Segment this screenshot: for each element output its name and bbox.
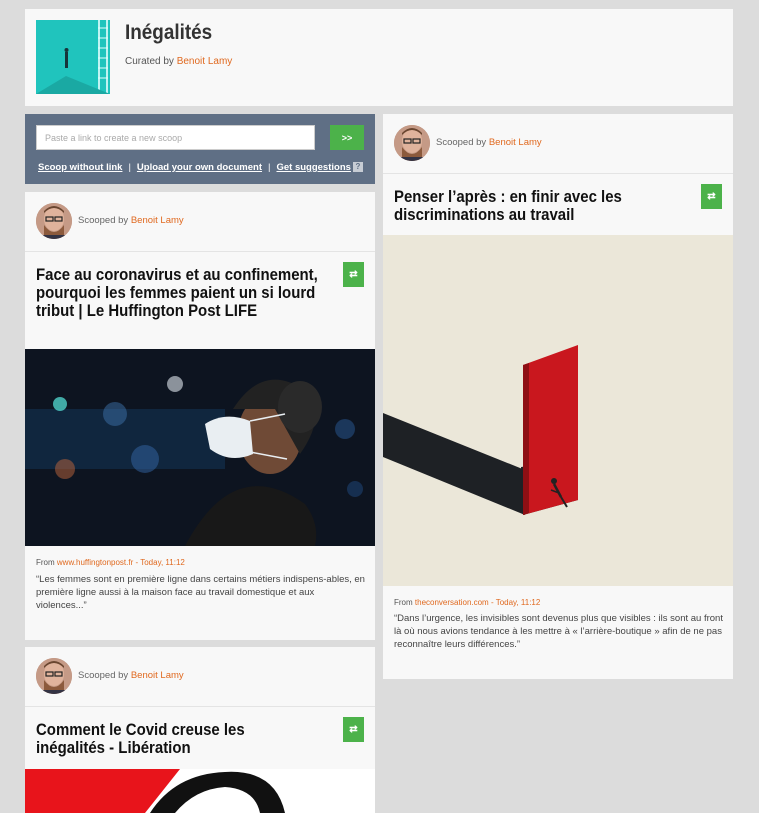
avatar[interactable] <box>36 658 72 694</box>
scooped-by-label: Scooped by <box>436 137 487 148</box>
topic-title: Inégalités <box>125 21 213 44</box>
curated-by-label: Curated by <box>125 56 174 67</box>
scoop-submit-button[interactable]: >> <box>330 125 364 150</box>
link-separator: | <box>268 162 271 173</box>
author-link[interactable]: Benoit Lamy <box>131 670 184 681</box>
source-label: From <box>36 558 55 567</box>
rescoop-icon[interactable]: ⇄ <box>343 717 364 742</box>
source-time: - Today, 11:12 <box>488 598 541 607</box>
post-image[interactable] <box>383 235 733 586</box>
rescoop-icon[interactable]: ⇄ <box>701 184 722 209</box>
curator-link[interactable]: Benoit Lamy <box>177 56 233 67</box>
author-link[interactable]: Benoit Lamy <box>131 215 184 226</box>
topic-thumbnail[interactable] <box>36 20 110 94</box>
upload-document-link[interactable]: Upload your own document <box>137 162 262 173</box>
scoop-url-input[interactable] <box>36 125 315 150</box>
post-title[interactable]: Face au coronavirus et au confinement, p… <box>36 266 344 320</box>
post-title[interactable]: Comment le Covid creuse les inégalités -… <box>36 721 256 757</box>
scooped-by-label: Scooped by <box>78 670 129 681</box>
source-time: - Today, 11:12 <box>133 558 185 567</box>
post-source: From theconversation.com - Today, 11:12 <box>394 598 540 607</box>
scooped-by: Scooped by Benoit Lamy <box>436 137 542 148</box>
author-link[interactable]: Benoit Lamy <box>489 137 542 148</box>
source-link[interactable]: www.huffingtonpost.fr <box>57 558 133 567</box>
topic-curator: Curated by Benoit Lamy <box>125 56 232 67</box>
post-card: Scooped by Benoit Lamy Comment le Covid … <box>25 647 375 813</box>
post-source: From www.huffingtonpost.fr - Today, 11:1… <box>36 558 185 567</box>
scoop-without-link-link[interactable]: Scoop without link <box>38 162 122 173</box>
post-title[interactable]: Penser l’après : en finir avec les discr… <box>394 188 632 224</box>
source-label: From <box>394 598 413 607</box>
scooped-by: Scooped by Benoit Lamy <box>78 670 184 681</box>
scoop-form: >> Scoop without link | Upload your own do… <box>25 114 375 184</box>
post-header: Scooped by Benoit Lamy <box>25 647 375 707</box>
post-excerpt: “Les femmes sont en première ligne dans … <box>36 574 365 611</box>
scoop-links: Scoop without link | Upload your own docum… <box>38 162 351 173</box>
help-icon[interactable]: ? <box>353 162 363 172</box>
post-image[interactable] <box>25 769 375 813</box>
rescoop-icon[interactable]: ⇄ <box>343 262 364 287</box>
link-separator: | <box>128 162 131 173</box>
post-card: Scooped by Benoit Lamy Penser l’après : … <box>383 114 733 679</box>
source-link[interactable]: theconversation.com <box>415 598 489 607</box>
post-image[interactable] <box>25 349 375 546</box>
post-header: Scooped by Benoit Lamy <box>383 114 733 174</box>
post-excerpt: “Dans l’urgence, les invisibles sont dev… <box>394 613 723 650</box>
post-header: Scooped by Benoit Lamy <box>25 192 375 252</box>
avatar[interactable] <box>36 203 72 239</box>
post-card: Scooped by Benoit Lamy Face au coronavir… <box>25 192 375 640</box>
scooped-by: Scooped by Benoit Lamy <box>78 215 184 226</box>
get-suggestions-link[interactable]: Get suggestions <box>276 162 350 173</box>
scooped-by-label: Scooped by <box>78 215 129 226</box>
avatar[interactable] <box>394 125 430 161</box>
topic-header: Inégalités Curated by Benoit Lamy <box>25 9 733 106</box>
